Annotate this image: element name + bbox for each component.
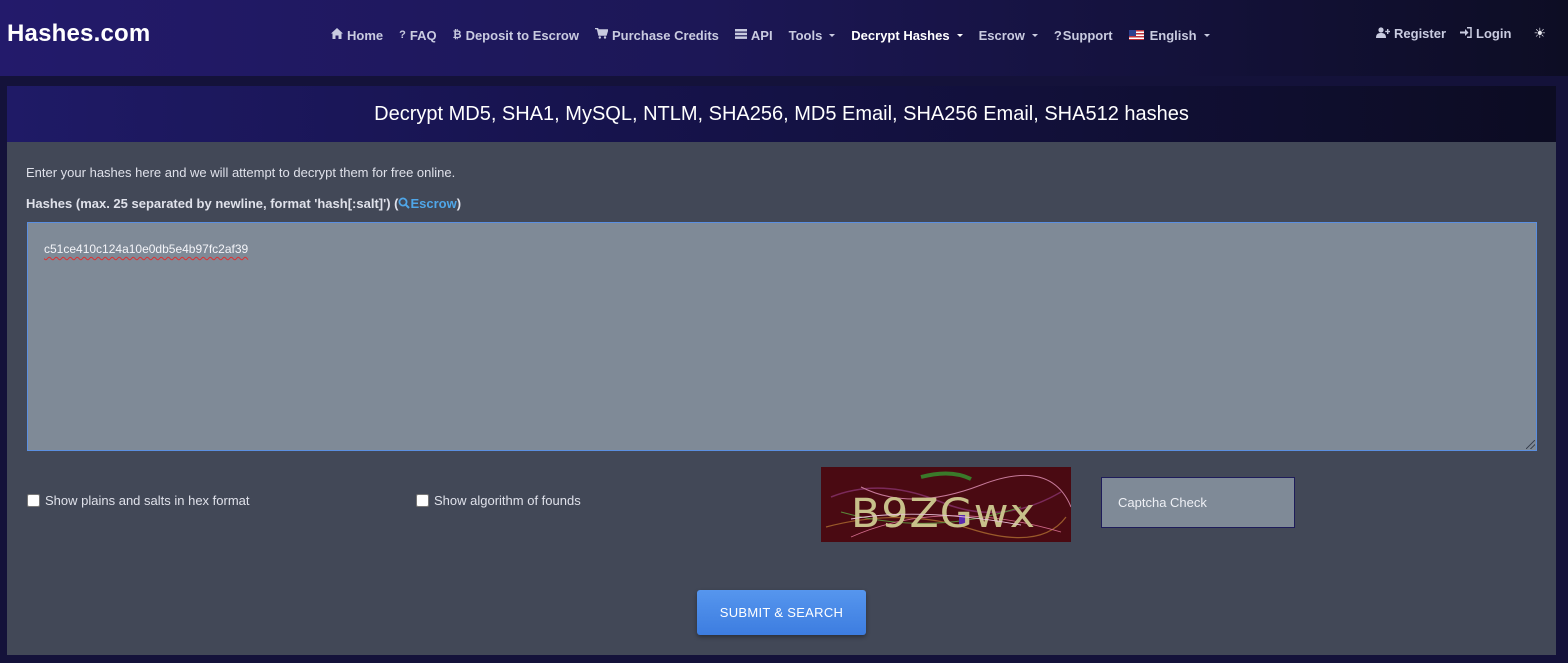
question-icon: ?	[1053, 27, 1062, 43]
register-label: Register	[1394, 26, 1447, 41]
nav-home-label: Home	[347, 27, 384, 43]
submit-search-button[interactable]: SUBMIT & SEARCH	[697, 590, 866, 635]
register-link[interactable]: Register	[1376, 26, 1446, 41]
nav-tools-dropdown[interactable]: Tools	[789, 28, 836, 43]
captcha-image: B9ZGwx	[821, 467, 1071, 542]
cart-icon	[594, 27, 609, 42]
account-nav: Register Login ☀	[1376, 25, 1546, 42]
hex-format-checkbox[interactable]	[27, 494, 40, 507]
show-algorithm-label: Show algorithm of founds	[434, 493, 581, 508]
captcha-check-input[interactable]: Captcha Check	[1101, 477, 1295, 528]
resize-handle[interactable]	[1526, 440, 1535, 449]
nav-purchase-credits[interactable]: Purchase Credits	[594, 27, 719, 43]
hash-input-value: c51ce410c124a10e0db5e4b97fc2af39	[44, 242, 249, 256]
nav-faq[interactable]: ? FAQ	[399, 28, 436, 43]
chevron-down-icon	[1031, 34, 1038, 37]
escrow-link[interactable]: Escrow	[398, 196, 457, 211]
login-link[interactable]: Login	[1460, 26, 1511, 41]
hashes-textarea[interactable]: c51ce410c124a10e0db5e4b97fc2af39	[27, 222, 1537, 451]
hex-format-option[interactable]: Show plains and salts in hex format	[27, 493, 250, 508]
main-nav: Home ? FAQ ₿ Deposit to Escrow Purchase …	[331, 26, 1210, 44]
nav-deposit-escrow[interactable]: ₿ Deposit to Escrow	[453, 28, 579, 43]
show-algorithm-checkbox[interactable]	[416, 494, 429, 507]
user-plus-icon	[1376, 26, 1391, 41]
nav-support[interactable]: ? Support	[1054, 28, 1113, 43]
nav-purchase-label: Purchase Credits	[611, 27, 719, 43]
nav-decrypt-hashes-dropdown[interactable]: Decrypt Hashes	[851, 27, 963, 43]
nav-faq-label: FAQ	[409, 27, 437, 43]
nav-home[interactable]: Home	[331, 28, 383, 43]
chevron-down-icon	[956, 34, 963, 37]
chevron-down-icon	[829, 34, 836, 37]
panel-title: Decrypt MD5, SHA1, MySQL, NTLM, SHA256, …	[7, 86, 1556, 142]
nav-language-label: English	[1149, 27, 1197, 43]
home-icon	[331, 28, 343, 42]
question-icon: ?	[399, 28, 406, 41]
hashes-label: Hashes (max. 25 separated by newline, fo…	[26, 196, 462, 211]
nav-escrow-dropdown[interactable]: Escrow	[979, 28, 1038, 43]
nav-support-label: Support	[1062, 27, 1113, 43]
nav-escrow-label: Escrow	[978, 27, 1025, 43]
captcha-text: B9ZGwx	[851, 491, 1036, 537]
chevron-down-icon	[1203, 34, 1210, 37]
us-flag-icon	[1128, 30, 1144, 40]
intro-text: Enter your hashes here and we will attem…	[26, 165, 456, 180]
top-navbar: Hashes.com Home ? FAQ ₿ Deposit to Escro…	[0, 0, 1568, 76]
hex-format-label: Show plains and salts in hex format	[45, 493, 250, 508]
nav-api-label: API	[750, 27, 773, 43]
login-label: Login	[1476, 26, 1512, 41]
server-icon	[734, 28, 747, 42]
theme-toggle-sun-icon[interactable]: ☀	[1533, 25, 1546, 42]
nav-language-dropdown[interactable]: English	[1128, 27, 1210, 43]
bitcoin-icon: ₿	[452, 28, 462, 41]
nav-decrypt-label: Decrypt Hashes	[851, 27, 950, 43]
sign-in-icon	[1460, 26, 1472, 41]
show-algorithm-option[interactable]: Show algorithm of founds	[416, 493, 581, 508]
brand-logo[interactable]: Hashes.com	[7, 20, 150, 48]
search-icon	[398, 197, 411, 209]
nav-api[interactable]: API	[734, 27, 773, 43]
decrypt-panel: Decrypt MD5, SHA1, MySQL, NTLM, SHA256, …	[7, 86, 1556, 655]
nav-deposit-label: Deposit to Escrow	[465, 27, 579, 43]
nav-tools-label: Tools	[788, 27, 823, 43]
